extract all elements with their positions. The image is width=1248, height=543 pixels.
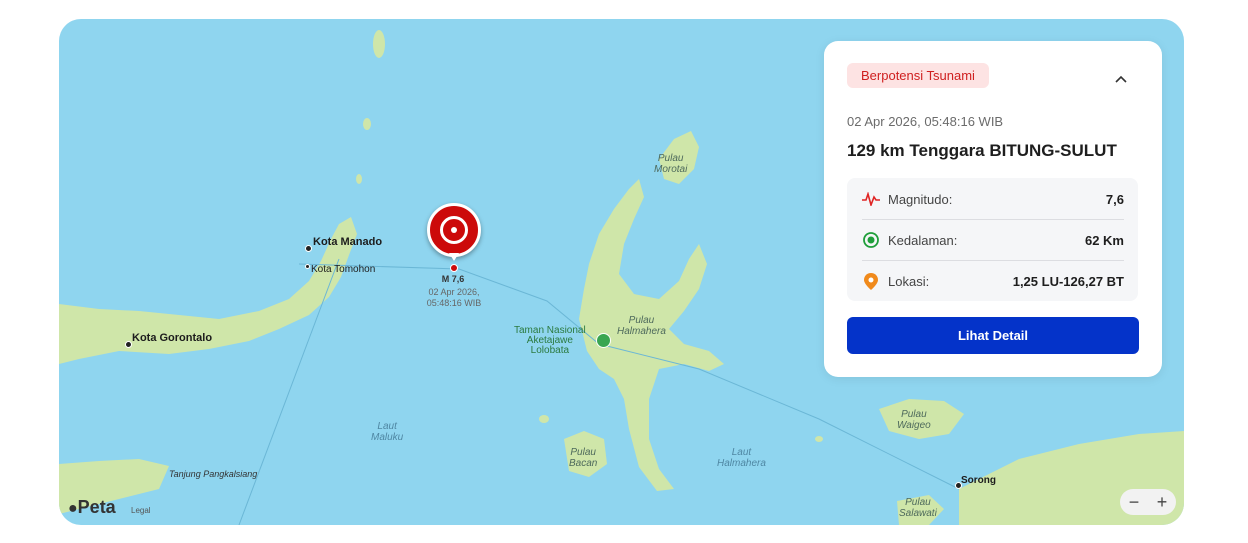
earthquake-info-card: Berpotensi Tsunami 02 Apr 2026, 05:48:16… <box>824 41 1162 377</box>
event-title: 129 km Tenggara BITUNG-SULUT <box>847 141 1117 160</box>
epicenter-marker[interactable] <box>427 203 481 257</box>
legal-link[interactable]: Legal <box>131 506 151 515</box>
label-laut-maluku: Laut Maluku <box>371 421 404 443</box>
label-taman-nasional: Taman Nasional Aketajawe Lolobata <box>514 325 586 356</box>
target-ring-icon <box>862 231 880 249</box>
pulse-icon <box>862 190 880 208</box>
label-pulau-halmahera: Pulau Halmahera <box>617 315 666 337</box>
label-tanjung: Tanjung Pangkalsiang <box>169 469 258 479</box>
label-kota-manado: Kota Manado <box>313 236 383 248</box>
stat-value: 62 Km <box>1084 232 1124 248</box>
park-icon <box>596 333 611 348</box>
city-dot-manado <box>305 245 312 252</box>
epicenter-magnitude: M 7,6 <box>441 274 465 284</box>
label-pulau-salawati: Pulau Salawati <box>899 497 937 519</box>
city-dot-gorontalo <box>125 341 132 348</box>
epicenter-time: 02 Apr 2026, 05:48:16 WIB <box>426 287 482 308</box>
event-timestamp: 02 Apr 2026, 05:48:16 WIB <box>847 114 1004 129</box>
label-pulau-waigeo: Pulau Waigeo <box>897 409 931 431</box>
stat-value: 1,25 LU-126,27 BT <box>1012 273 1124 289</box>
stat-row-location: Lokasi: 1,25 LU-126,27 BT <box>862 260 1124 301</box>
zoom-out-button[interactable]: − <box>1121 489 1147 515</box>
chevron-up-icon[interactable] <box>1114 72 1128 86</box>
tsunami-badge: Berpotensi Tsunami <box>847 63 989 88</box>
epicenter-dot <box>450 264 458 272</box>
detail-button[interactable]: Lihat Detail <box>847 317 1139 354</box>
label-sorong: Sorong <box>961 475 996 486</box>
stat-row-depth: Kedalaman: 62 Km <box>862 219 1124 260</box>
stat-label: Magnitudo: <box>888 191 953 207</box>
stat-value: 7,6 <box>1105 191 1124 207</box>
apple-icon: ● <box>68 500 78 517</box>
stat-label: Kedalaman: <box>888 232 958 248</box>
location-pin-icon <box>862 272 880 290</box>
city-dot-tomohon <box>305 264 310 269</box>
zoom-control: − + <box>1120 489 1176 515</box>
label-kota-gorontalo: Kota Gorontalo <box>132 332 213 344</box>
label-kota-tomohon: Kota Tomohon <box>311 264 376 275</box>
stat-label: Lokasi: <box>888 273 930 289</box>
label-laut-halmahera: Laut Halmahera <box>717 447 766 469</box>
stat-row-magnitude: Magnitudo: 7,6 <box>862 179 1124 219</box>
label-pulau-morotai: Pulau Morotai <box>654 153 688 175</box>
label-pulau-bacan: Pulau Bacan <box>569 447 598 469</box>
stats-panel: Magnitudo: 7,6 Kedalaman: 62 Km Lokasi: … <box>847 178 1138 301</box>
map-attribution[interactable]: ●Peta <box>68 497 116 518</box>
zoom-in-button[interactable]: + <box>1149 489 1175 515</box>
